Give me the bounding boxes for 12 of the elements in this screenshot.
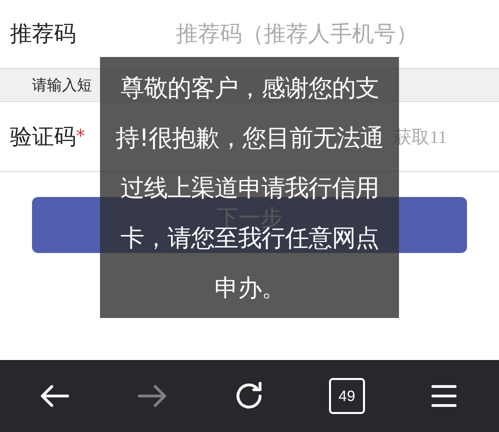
toast-line: 尊敬的客户，感谢您的支 [120, 76, 379, 100]
toast-line: 过线上渠道申请我行信用 [120, 176, 379, 200]
toast-line: 持!很抱歉，您目前无法通 [116, 126, 384, 150]
referrer-field[interactable]: 推荐码（推荐人手机号） [160, 22, 489, 46]
required-mark: * [76, 126, 85, 147]
field-label: 推荐码 [10, 21, 77, 49]
toast-line: 申办。 [214, 276, 285, 300]
notice-text: 请输入短 [32, 76, 92, 94]
tab-count: 49 [328, 378, 365, 414]
toast-line: 卡，请您至我行任意网点 [120, 226, 379, 250]
field-label: 验证码 [10, 124, 76, 152]
tabs-button[interactable]: 49 [316, 371, 377, 421]
